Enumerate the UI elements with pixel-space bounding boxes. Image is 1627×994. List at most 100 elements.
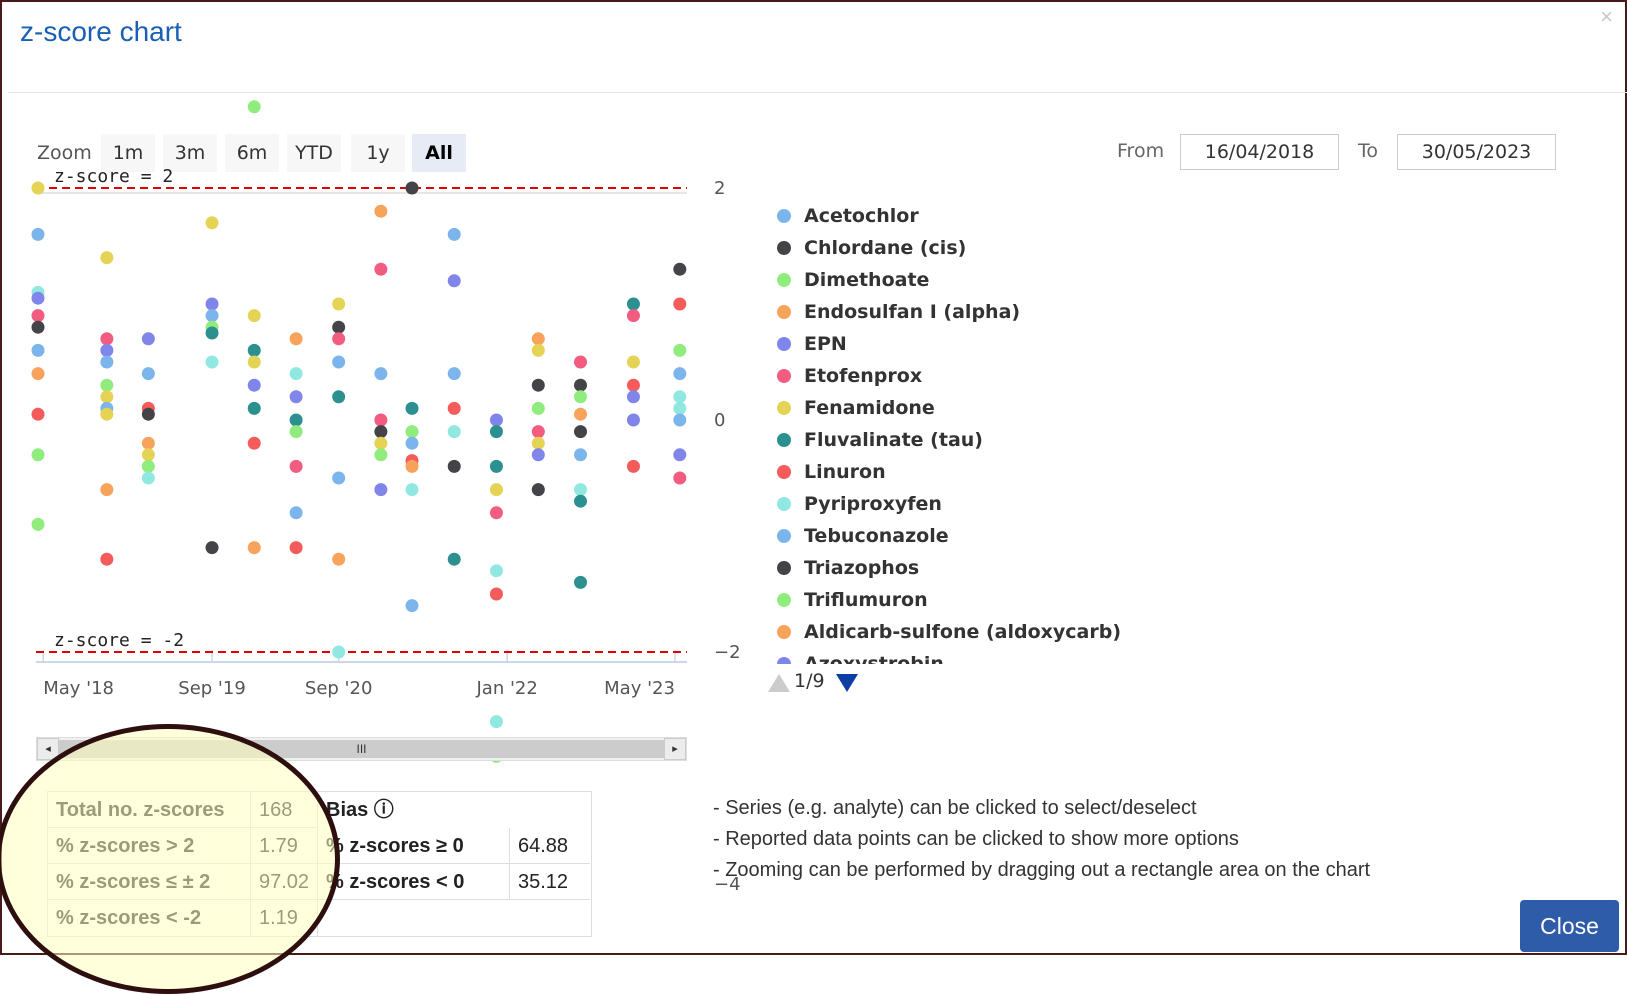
data-point[interactable] — [489, 506, 503, 520]
data-point[interactable] — [141, 459, 155, 473]
data-point[interactable] — [405, 401, 419, 415]
data-point[interactable] — [374, 204, 388, 218]
data-point[interactable] — [626, 413, 640, 427]
data-point[interactable] — [574, 494, 588, 508]
data-point[interactable] — [332, 332, 346, 346]
data-point[interactable] — [289, 390, 303, 404]
data-point[interactable] — [489, 715, 503, 729]
data-point[interactable] — [31, 181, 45, 195]
legend-item[interactable]: Acetochlor — [770, 200, 1370, 232]
data-point[interactable] — [447, 401, 461, 415]
data-point[interactable] — [100, 343, 114, 357]
data-point[interactable] — [531, 332, 545, 346]
data-point[interactable] — [405, 425, 419, 439]
data-point[interactable] — [673, 413, 687, 427]
legend-item[interactable]: Triazophos — [770, 552, 1370, 584]
data-point[interactable] — [205, 297, 219, 311]
data-point[interactable] — [531, 448, 545, 462]
legend-item[interactable]: Etofenprox — [770, 360, 1370, 392]
data-point[interactable] — [247, 100, 261, 114]
data-point[interactable] — [405, 599, 419, 613]
data-point[interactable] — [31, 227, 45, 241]
legend-item[interactable]: Aldicarb-sulfone (aldoxycarb) — [770, 616, 1370, 648]
data-point[interactable] — [100, 483, 114, 497]
navigator-scrollbar[interactable]: ◂ III ▸ — [36, 737, 687, 761]
data-point[interactable] — [405, 181, 419, 195]
data-point[interactable] — [247, 401, 261, 415]
data-point[interactable] — [247, 355, 261, 369]
data-point[interactable] — [100, 390, 114, 404]
legend-item[interactable]: Dimethoate — [770, 264, 1370, 296]
data-point[interactable] — [205, 216, 219, 230]
legend-item[interactable]: Chlordane (cis) — [770, 232, 1370, 264]
data-point[interactable] — [247, 309, 261, 323]
data-point[interactable] — [626, 297, 640, 311]
data-point[interactable] — [489, 587, 503, 601]
data-point[interactable] — [673, 390, 687, 404]
data-point[interactable] — [205, 309, 219, 323]
legend-item[interactable]: Fenamidone — [770, 392, 1370, 424]
data-point[interactable] — [100, 552, 114, 566]
data-point[interactable] — [31, 291, 45, 305]
data-point[interactable] — [531, 436, 545, 450]
data-point[interactable] — [374, 436, 388, 450]
data-point[interactable] — [289, 332, 303, 346]
data-point[interactable] — [247, 436, 261, 450]
data-point[interactable] — [141, 471, 155, 485]
data-point[interactable] — [447, 552, 461, 566]
legend-item[interactable]: Tebuconazole — [770, 520, 1370, 552]
data-point[interactable] — [574, 483, 588, 497]
legend-page-down-icon[interactable] — [836, 674, 858, 692]
data-point[interactable] — [447, 227, 461, 241]
data-point[interactable] — [574, 378, 588, 392]
data-point[interactable] — [531, 425, 545, 439]
data-point[interactable] — [205, 355, 219, 369]
data-point[interactable] — [332, 320, 346, 334]
legend-item[interactable]: Azoxystrobin — [770, 648, 1370, 664]
legend-item[interactable]: Fluvalinate (tau) — [770, 424, 1370, 456]
data-point[interactable] — [626, 355, 640, 369]
data-point[interactable] — [626, 378, 640, 392]
data-point[interactable] — [247, 343, 261, 357]
data-point[interactable] — [141, 436, 155, 450]
scrollbar-thumb[interactable]: III — [59, 740, 664, 758]
data-point[interactable] — [531, 483, 545, 497]
data-point[interactable] — [332, 390, 346, 404]
data-point[interactable] — [673, 448, 687, 462]
scroll-right-icon[interactable]: ▸ — [664, 738, 686, 760]
legend-item[interactable]: EPN — [770, 328, 1370, 360]
legend-item[interactable]: Pyriproxyfen — [770, 488, 1370, 520]
data-point[interactable] — [489, 483, 503, 497]
data-point[interactable] — [405, 459, 419, 473]
data-point[interactable] — [574, 425, 588, 439]
data-point[interactable] — [332, 645, 346, 659]
data-point[interactable] — [289, 413, 303, 427]
data-point[interactable] — [531, 378, 545, 392]
data-point[interactable] — [673, 343, 687, 357]
data-point[interactable] — [405, 436, 419, 450]
data-point[interactable] — [31, 343, 45, 357]
data-point[interactable] — [332, 552, 346, 566]
data-point[interactable] — [289, 541, 303, 555]
data-point[interactable] — [100, 378, 114, 392]
data-point[interactable] — [374, 367, 388, 381]
data-point[interactable] — [489, 564, 503, 578]
data-point[interactable] — [100, 355, 114, 369]
data-point[interactable] — [489, 459, 503, 473]
data-point[interactable] — [31, 407, 45, 421]
data-point[interactable] — [289, 459, 303, 473]
data-point[interactable] — [626, 309, 640, 323]
data-point[interactable] — [289, 367, 303, 381]
data-point[interactable] — [673, 367, 687, 381]
data-point[interactable] — [31, 517, 45, 531]
data-point[interactable] — [31, 320, 45, 334]
data-point[interactable] — [100, 251, 114, 265]
data-point[interactable] — [574, 390, 588, 404]
data-point[interactable] — [626, 459, 640, 473]
data-point[interactable] — [574, 355, 588, 369]
data-point[interactable] — [100, 407, 114, 421]
data-point[interactable] — [447, 274, 461, 288]
data-point[interactable] — [31, 309, 45, 323]
data-point[interactable] — [447, 459, 461, 473]
data-point[interactable] — [205, 326, 219, 340]
